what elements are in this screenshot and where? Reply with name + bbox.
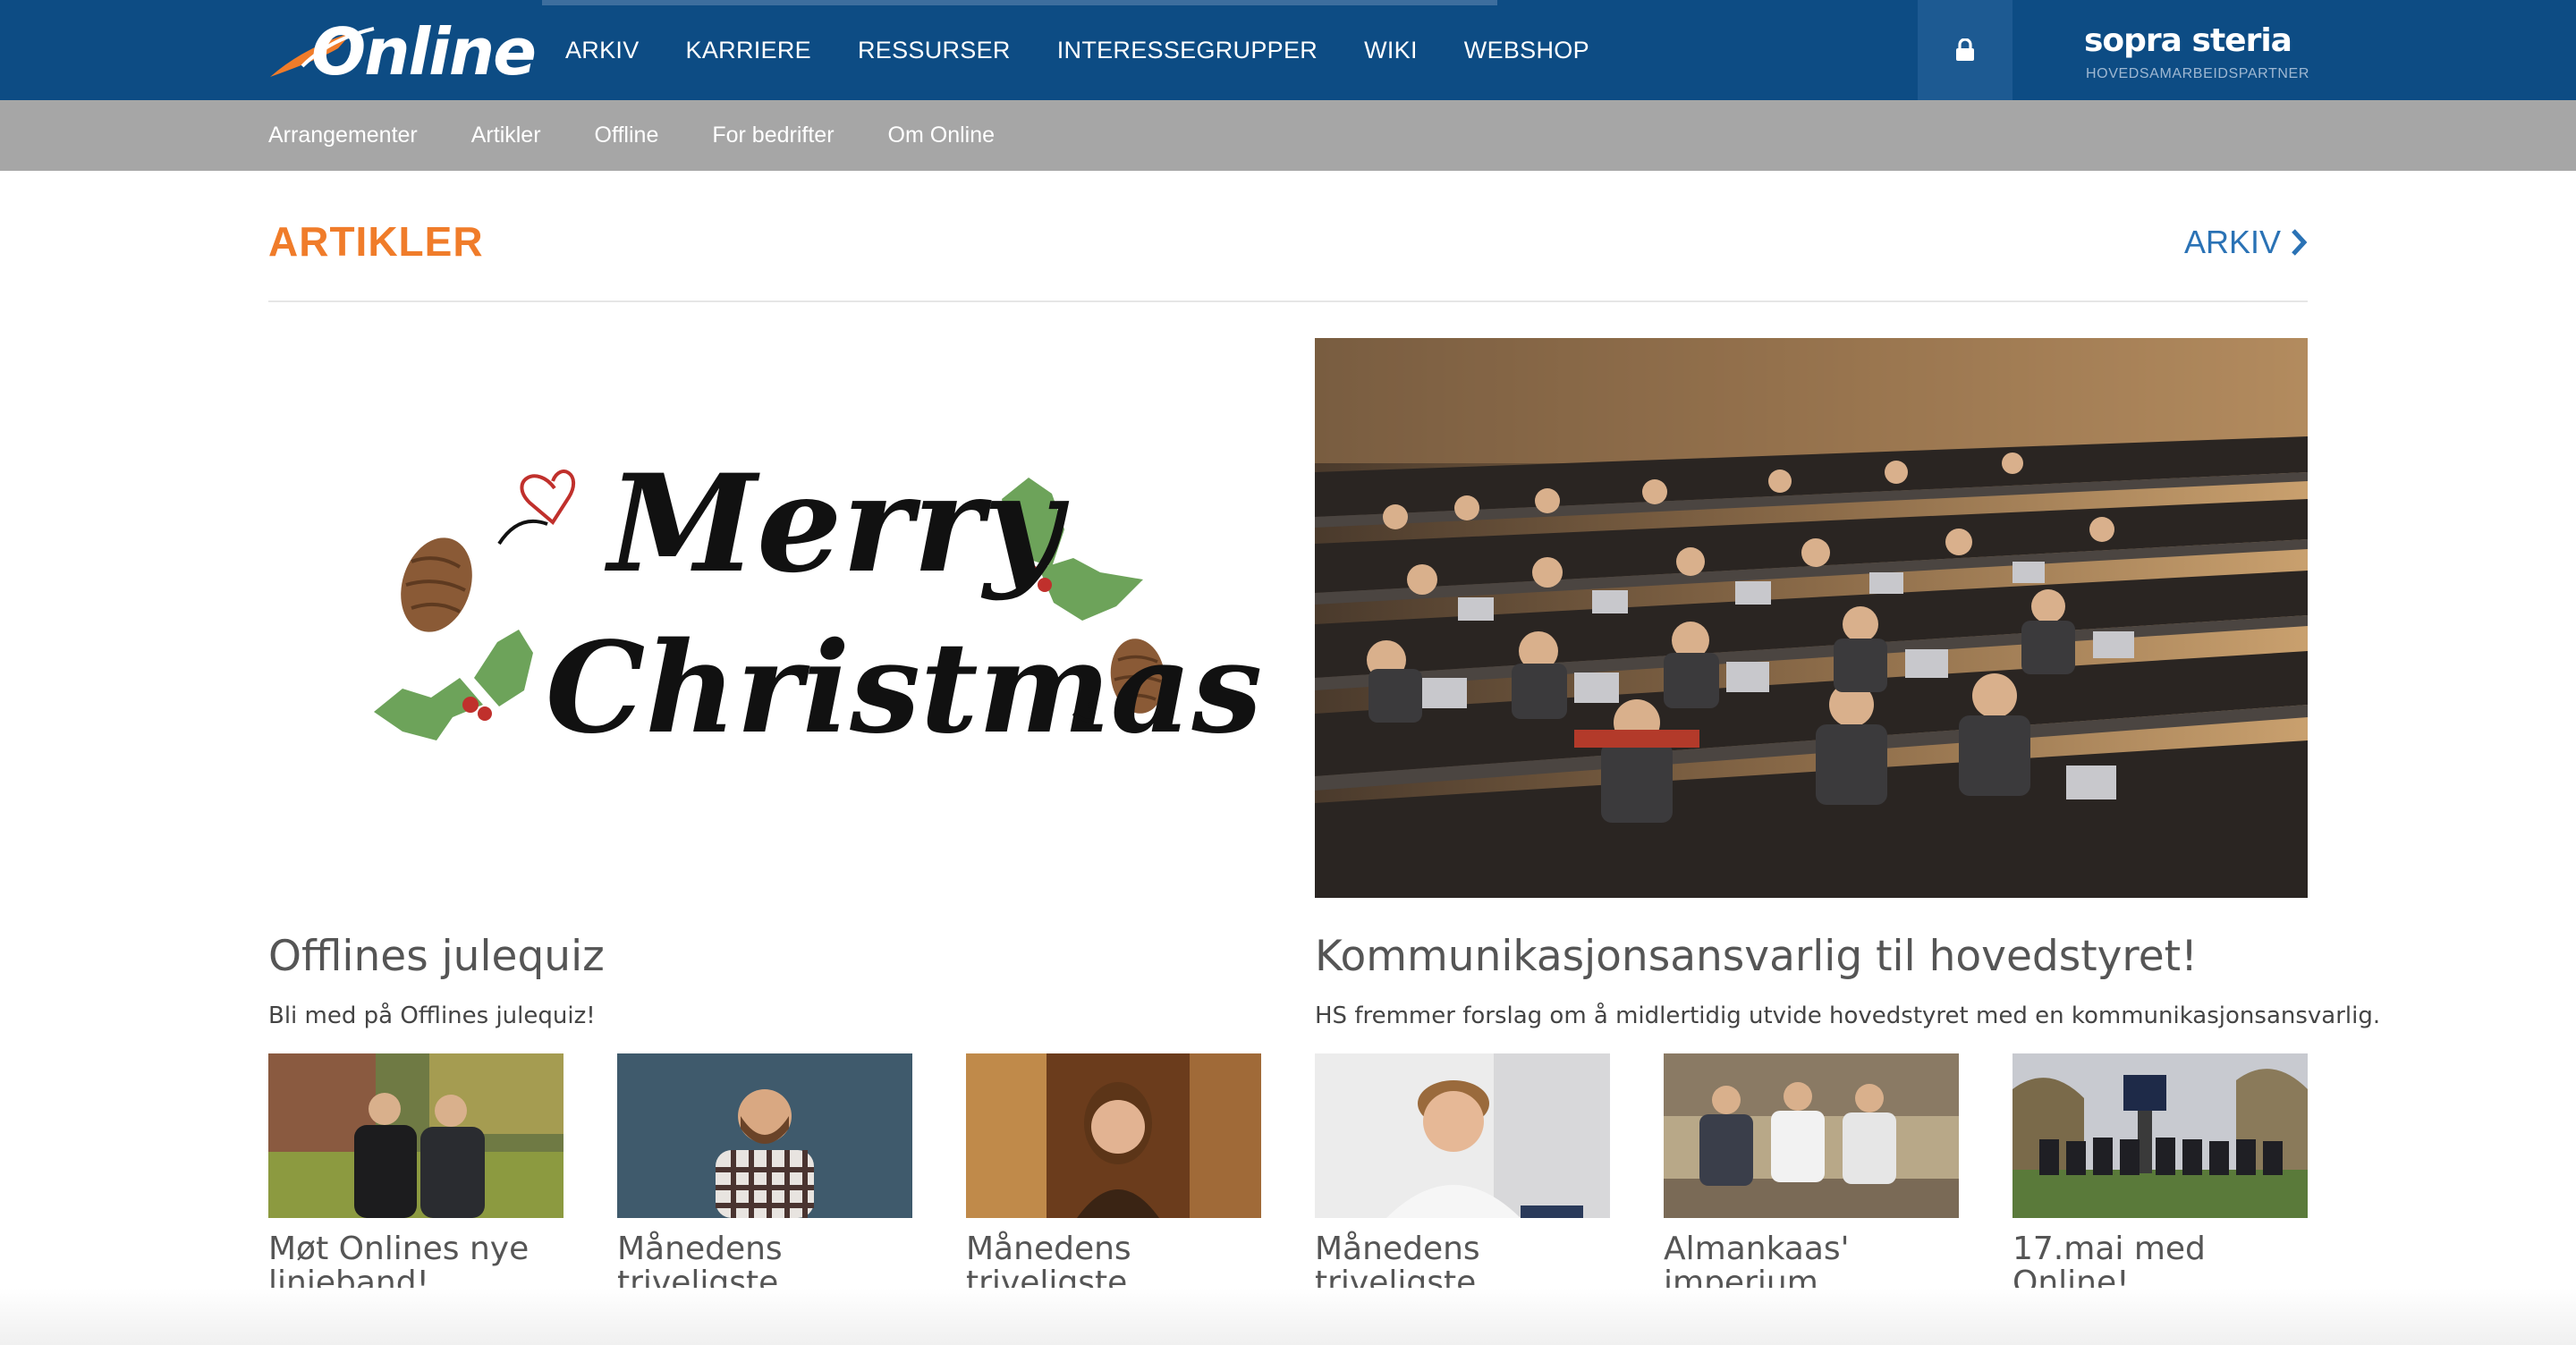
pine-cone-icon (401, 537, 472, 632)
nav-item-arkiv[interactable]: ARKIV (542, 0, 663, 100)
chevron-right-icon (2292, 229, 2308, 256)
nav-item-ressurser[interactable]: RESSURSER (835, 0, 1034, 100)
archive-link-label: ARKIV (2183, 224, 2281, 260)
online-logo[interactable]: Online (267, 13, 537, 88)
subnav-item-om-online[interactable]: Om Online (888, 123, 995, 148)
subnav-item-artikler[interactable]: Artikler (471, 123, 541, 148)
featured-ingress-1: Bli med på Offlines julequiz! (268, 1002, 596, 1029)
sub-navbar: Arrangementer Artikler Offline For bedri… (0, 100, 2576, 171)
article-card[interactable]: Almankaas' imperium (1664, 1053, 1959, 1300)
article-card[interactable]: Månedens triveligste (1315, 1053, 1610, 1300)
article-thumbnail (1664, 1053, 1959, 1218)
merry-text: Merry (604, 445, 1070, 603)
featured-image-christmas[interactable]: Merry Christmas (268, 338, 1262, 896)
top-navbar: Online ARKIV KARRIERE RESSURSER INTERESS… (0, 0, 2576, 100)
page-bottom-shade (0, 1288, 2576, 1345)
subnav-item-arrangementer[interactable]: Arrangementer (268, 123, 418, 148)
lock-icon (1956, 38, 1974, 61)
article-card[interactable]: Møt Onlines nye linjeband! (268, 1053, 564, 1300)
featured-image-lecture-hall[interactable] (1315, 338, 2308, 898)
section-divider (268, 300, 2308, 302)
section-title: ARTIKLER (268, 218, 484, 265)
merry-christmas-illustration: Merry Christmas (374, 445, 1262, 762)
nav-item-interessegrupper[interactable]: INTERESSEGRUPPER (1034, 0, 1341, 100)
nav-item-wiki[interactable]: WIKI (1341, 0, 1441, 100)
nav-item-karriere[interactable]: KARRIERE (663, 0, 835, 100)
christmas-text: Christmas (546, 615, 1261, 762)
nav-item-webshop[interactable]: WEBSHOP (1441, 0, 1613, 100)
article-card[interactable]: 17.mai med Online! (2012, 1053, 2308, 1300)
subnav-item-offline[interactable]: Offline (595, 123, 659, 148)
login-button[interactable] (1918, 0, 2012, 100)
featured-ingress-2: HS fremmer forslag om å midlertidig utvi… (1315, 1002, 2381, 1029)
lecture-hall-photo (1315, 338, 2308, 898)
sponsor-logo[interactable]: sopra steria HOVEDSAMARBEIDSPARTNER (2084, 20, 2317, 91)
article-card[interactable]: Månedens triveligste (966, 1053, 1261, 1300)
holly-icon (374, 630, 533, 740)
sponsor-name: sopra steria (2084, 22, 2292, 59)
article-thumbnail (2012, 1053, 2308, 1218)
heart-icon (520, 469, 576, 525)
article-thumbnail (617, 1053, 912, 1218)
article-thumbnail (268, 1053, 564, 1218)
article-thumbnail (1315, 1053, 1610, 1218)
featured-title-2[interactable]: Kommunikasjonsansvarlig til hovedstyret! (1315, 930, 2198, 984)
archive-link[interactable]: ARKIV (2184, 220, 2308, 265)
article-card[interactable]: Månedens triveligste (617, 1053, 912, 1300)
subnav-item-for-bedrifter[interactable]: For bedrifter (712, 123, 834, 148)
main-nav: ARKIV KARRIERE RESSURSER INTERESSEGRUPPE… (542, 0, 1613, 100)
logo-wordmark: Online (311, 14, 537, 89)
article-thumbnail (966, 1053, 1261, 1218)
sponsor-caption: HOVEDSAMARBEIDSPARTNER (2086, 66, 2309, 81)
featured-title-1[interactable]: Offlines julequiz (268, 930, 605, 984)
